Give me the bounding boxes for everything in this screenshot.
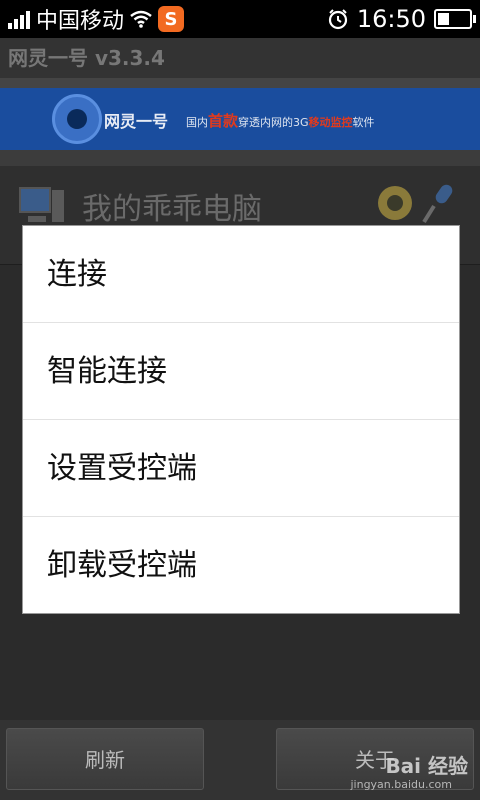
menu-item-uninstall-client[interactable]: 卸载受控端 (23, 517, 459, 614)
device-name: 我的乖乖电脑 (82, 192, 262, 227)
webcam-logo-icon (52, 94, 102, 144)
menu-item-connect[interactable]: 连接 (23, 226, 459, 323)
divider (0, 78, 480, 88)
sogou-notification-icon: S (158, 6, 185, 32)
battery-icon (434, 9, 476, 29)
menu-item-configure-client[interactable]: 设置受控端 (23, 420, 459, 517)
banner-slogan-highlight2: 移动监控 (308, 116, 353, 129)
divider (0, 150, 480, 166)
banner-slogan-post: 软件 (352, 116, 375, 129)
app-title: 网灵一号 v3.3.4 (0, 38, 480, 78)
status-bar: 中国移动 S 16:50 (0, 0, 480, 38)
watermark-url: jingyan.baidu.com (350, 778, 452, 791)
banner-slogan: 国内首款穿透内网的3G移动监控软件 (186, 110, 375, 131)
wifi-icon (130, 10, 152, 28)
signal-icon (8, 9, 30, 29)
carrier-name: 中国移动 (36, 9, 125, 34)
computer-icon (19, 187, 64, 222)
menu-item-smart-connect[interactable]: 智能连接 (23, 323, 459, 420)
app-banner: 网灵一号 国内首款穿透内网的3G移动监控软件 (0, 88, 480, 150)
context-menu-dialog: 连接 智能连接 设置受控端 卸载受控端 (22, 225, 460, 614)
banner-slogan-highlight: 首款 (208, 112, 239, 130)
banner-app-name: 网灵一号 (104, 112, 169, 131)
clock: 16:50 (356, 5, 426, 33)
baidu-jingyan-watermark: Bai 经验 (385, 754, 468, 778)
refresh-button[interactable]: 刷新 (6, 728, 204, 790)
battery-level (438, 13, 449, 25)
microphone-icon[interactable] (420, 182, 460, 226)
alarm-icon (328, 9, 347, 30)
webcam-icon[interactable] (378, 186, 412, 220)
banner-slogan-mid: 穿透内网的3G (238, 116, 309, 129)
banner-slogan-pre: 国内 (186, 116, 208, 129)
